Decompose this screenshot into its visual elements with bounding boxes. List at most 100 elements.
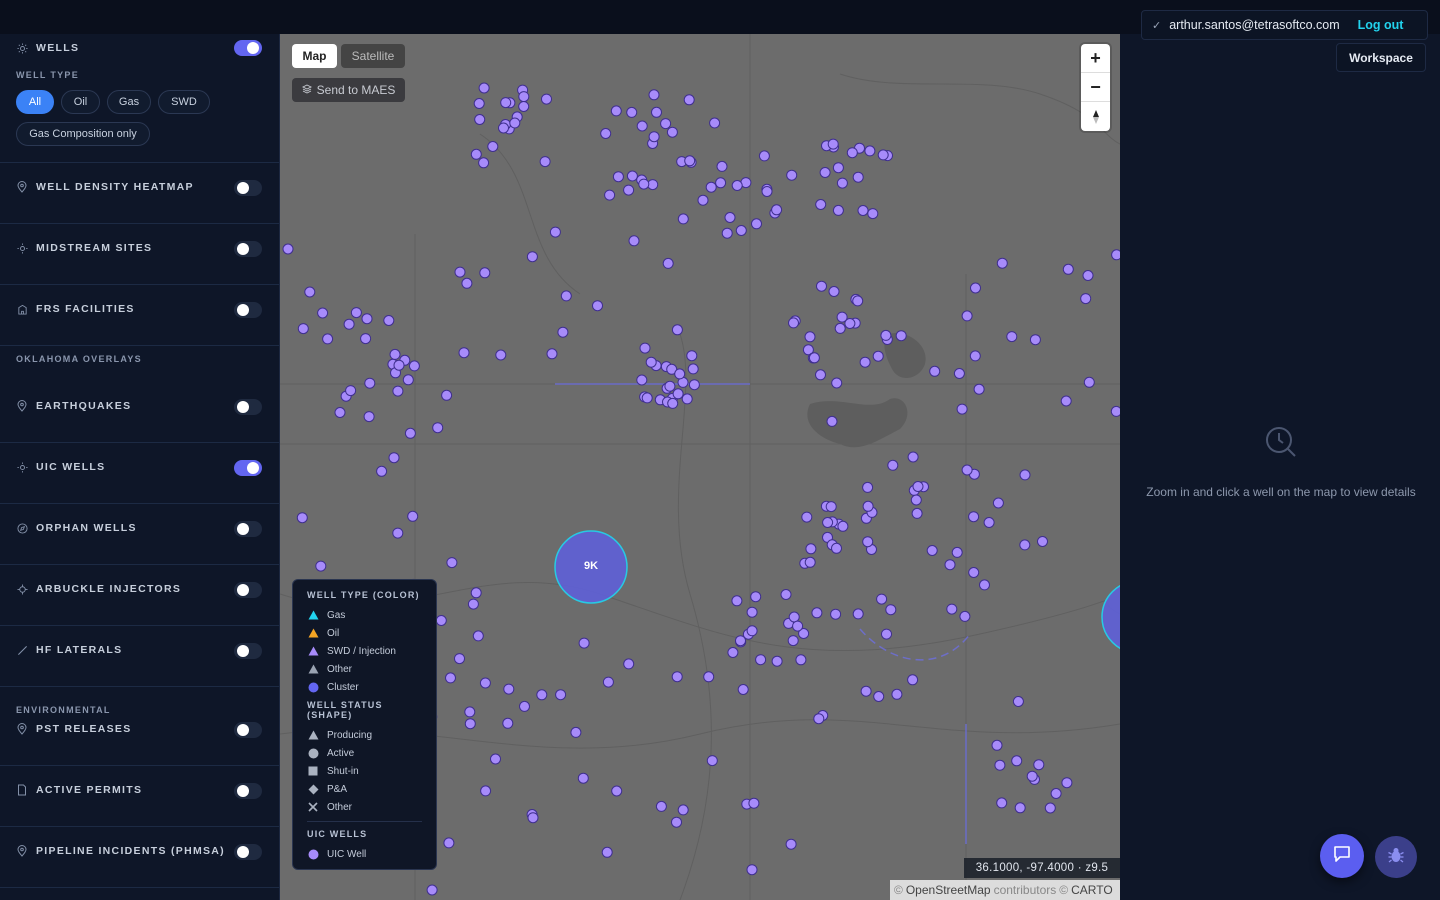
cluster-marker[interactable] [1101,581,1120,653]
well-marker[interactable] [473,98,485,109]
arbuckle-toggle[interactable] [234,582,262,598]
well-marker[interactable] [612,171,624,183]
well-marker[interactable] [393,359,405,371]
well-marker[interactable] [671,816,682,828]
well-marker[interactable] [527,812,539,824]
well-marker[interactable] [994,759,1006,771]
well-marker[interactable] [626,106,638,118]
well-marker[interactable] [478,157,490,169]
chat-button[interactable] [1320,834,1364,878]
well-marker[interactable] [815,369,826,381]
well-marker[interactable] [560,290,572,302]
well-marker[interactable] [721,227,733,239]
well-marker[interactable] [727,647,739,658]
well-marker[interactable] [953,368,965,379]
well-marker[interactable] [671,324,683,336]
well-marker[interactable] [811,607,823,619]
well-marker[interactable] [317,307,329,319]
well-marker[interactable] [445,672,456,684]
well-marker[interactable] [426,884,438,896]
tab-satellite[interactable]: Satellite [341,44,405,68]
well-marker[interactable] [968,511,980,523]
well-marker[interactable] [636,120,648,132]
well-marker[interactable] [1062,263,1074,275]
well-marker[interactable] [639,342,651,354]
well-marker[interactable] [860,685,872,697]
well-marker[interactable] [834,322,846,334]
well-marker[interactable] [480,785,492,797]
well-marker[interactable] [467,598,479,610]
well-marker[interactable] [788,317,799,329]
well-marker[interactable] [758,150,770,162]
well-marker[interactable] [872,350,884,362]
well-marker[interactable] [996,797,1008,809]
well-marker[interactable] [315,560,327,572]
well-marker[interactable] [881,628,892,640]
zoom-out-button[interactable]: − [1081,73,1110,102]
midstream-toggle[interactable] [234,241,262,257]
well-marker[interactable] [443,837,455,849]
well-marker[interactable] [1006,331,1018,343]
well-marker[interactable] [432,422,444,434]
well-marker[interactable] [706,755,718,767]
well-marker[interactable] [464,706,476,718]
well-marker[interactable] [804,331,816,343]
well-marker[interactable] [959,610,971,622]
well-marker[interactable] [296,512,308,524]
well-marker[interactable] [885,604,897,616]
well-marker[interactable] [970,282,981,294]
well-marker[interactable] [864,145,876,157]
well-marker[interactable] [891,688,903,700]
well-marker[interactable] [389,348,401,360]
well-marker[interactable] [304,286,316,298]
well-marker[interactable] [487,141,499,152]
well-marker[interactable] [461,277,473,289]
well-marker[interactable] [771,204,783,216]
well-marker[interactable] [441,389,453,401]
well-marker[interactable] [363,411,375,423]
well-marker[interactable] [827,138,839,150]
well-marker[interactable] [969,350,981,362]
well-marker[interactable] [724,212,736,223]
well-marker[interactable] [602,676,614,688]
well-marker[interactable] [735,225,747,236]
well-marker[interactable] [862,536,874,548]
well-marker[interactable] [1037,536,1048,547]
well-marker[interactable] [746,606,758,618]
well-marker[interactable] [490,753,501,765]
well-marker[interactable] [687,363,699,375]
well-marker[interactable] [282,243,294,255]
well-marker[interactable] [852,295,864,307]
well-marker[interactable] [992,497,1004,509]
well-marker[interactable] [555,689,567,701]
well-marker[interactable] [578,637,590,649]
well-marker[interactable] [716,160,728,172]
well-marker[interactable] [672,388,684,400]
carto-link[interactable]: CARTO [1071,883,1113,897]
well-marker[interactable] [684,155,696,167]
well-marker[interactable] [666,126,678,138]
well-marker[interactable] [435,615,447,626]
well-marker[interactable] [929,365,941,377]
well-marker[interactable] [737,684,749,695]
well-marker[interactable] [557,326,569,338]
well-marker[interactable] [383,315,395,326]
well-marker[interactable] [360,333,372,345]
well-marker[interactable] [792,620,804,632]
osm-link[interactable]: OpenStreetMap [906,883,991,897]
well-marker[interactable] [804,556,816,568]
well-marker[interactable] [677,804,689,816]
well-marker[interactable] [610,105,622,117]
well-marker[interactable] [825,501,837,513]
well-marker[interactable] [1019,469,1031,481]
zoom-in-button[interactable]: + [1081,44,1110,73]
well-marker[interactable] [751,218,762,230]
well-marker[interactable] [1019,539,1031,551]
well-marker[interactable] [677,213,689,225]
well-marker[interactable] [910,494,922,506]
orphan-toggle[interactable] [234,521,262,537]
well-marker[interactable] [577,772,589,784]
well-marker[interactable] [836,311,848,323]
well-marker[interactable] [815,199,827,210]
well-marker[interactable] [623,184,635,196]
